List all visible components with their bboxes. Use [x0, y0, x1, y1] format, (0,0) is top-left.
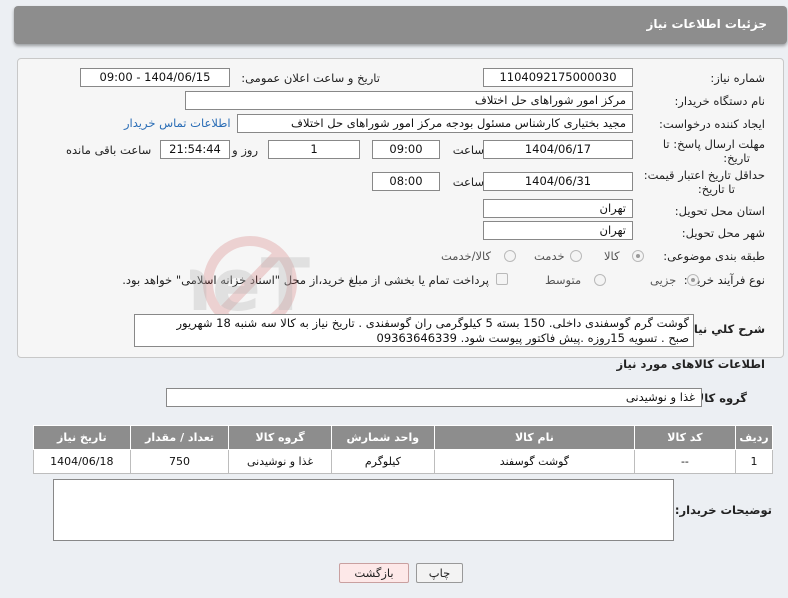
price-validity-label: حداقل تاریخ اعتبار قیمت: [643, 168, 765, 182]
goods-info-title: اطلاعات کالاهای مورد نیاز [616, 357, 765, 371]
category-option-service: خدمت [534, 249, 565, 263]
price-validity-date-field: 1404/06/31 [483, 172, 633, 191]
cell-quantity: 750 [129, 449, 230, 474]
col-need-date: تاریخ نیاز [33, 425, 131, 450]
process-radio-medium[interactable] [594, 274, 606, 286]
page-header: جزئیات اطلاعات نیاز [14, 6, 787, 44]
reply-deadline-label-date: تاریخ: [723, 151, 750, 165]
reply-deadline-label: مهلت ارسال پاسخ: تا [662, 137, 765, 151]
process-option-medium: متوسط [545, 273, 582, 287]
cell-unit: کیلوگرم [330, 449, 435, 474]
remaining-days-field: 1 [268, 140, 360, 159]
delivery-city-field: تهران [483, 221, 633, 240]
cell-item-code: -- [633, 449, 736, 474]
category-radio-service[interactable] [570, 250, 582, 262]
print-button[interactable]: چاپ [416, 563, 463, 583]
col-unit: واحد شمارش [330, 425, 435, 450]
category-option-goods-service: کالا/خدمت [441, 249, 492, 263]
process-radio-minor[interactable] [687, 274, 699, 286]
page-title: جزئیات اطلاعات نیاز [646, 17, 767, 31]
reply-deadline-time-field: 09:00 [372, 140, 440, 159]
buyer-notes-label: توضیحات خریدار: [674, 503, 772, 517]
treasury-payment-note: پرداخت تمام یا بخشی از مبلغ خرید،از محل … [122, 273, 489, 287]
announce-datetime-label: تاریخ و ساعت اعلان عمومی: [241, 71, 380, 85]
general-description-line2: صبح . تسویه 15روزه .پیش فاکتور پیوست شود… [376, 331, 689, 345]
goods-table: ردیف کد کالا نام کالا واحد شمارش گروه کا… [33, 425, 774, 474]
category-option-goods: کالا [604, 249, 620, 263]
general-description-label: شرح کلي نياز: [682, 322, 765, 336]
process-option-minor: جزیی [650, 273, 677, 287]
goods-group-field: غذا و نوشیدنی [166, 388, 702, 407]
col-row-number: ردیف [734, 425, 774, 450]
requester-field: مجید بختیاری کارشناس مسئول بودجه مرکز ام… [237, 114, 633, 133]
category-radio-goods-service[interactable] [504, 250, 516, 262]
delivery-province-label: استان محل تحویل: [674, 204, 765, 218]
remaining-time-field: 21:54:44 [160, 140, 230, 159]
buyer-contact-link[interactable]: اطلاعات تماس خریدار [124, 116, 231, 130]
need-number-field: 1104092175000030 [483, 68, 633, 87]
delivery-city-label: شهر محل تحویل: [681, 226, 765, 240]
buyer-notes-field[interactable] [53, 479, 674, 541]
cell-need-date: 1404/06/18 [33, 449, 131, 474]
price-validity-time-field: 08:00 [372, 172, 440, 191]
delivery-province-field: تهران [483, 199, 633, 218]
category-label: طبقه بندی موضوعی: [663, 249, 765, 263]
cell-row-number: 1 [734, 449, 774, 474]
col-item-name: نام کالا [433, 425, 635, 450]
col-quantity: تعداد / مقدار [129, 425, 230, 450]
category-radio-goods[interactable] [632, 250, 644, 262]
general-description-field: گوشت گرم گوسفندی داخلی. 150 بسته 5 کیلوگ… [134, 314, 694, 347]
remaining-days-label: روز و [232, 143, 258, 157]
buyer-org-label: نام دستگاه خریدار: [674, 94, 765, 108]
price-validity-label-date: تا تاریخ: [697, 182, 735, 196]
need-number-label: شماره نیاز: [710, 71, 765, 85]
cell-goods-group: غذا و نوشیدنی [228, 449, 332, 474]
back-button[interactable]: بازگشت [339, 563, 409, 583]
general-description-line1: گوشت گرم گوسفندی داخلی. 150 بسته 5 کیلوگ… [176, 316, 689, 330]
reply-deadline-date-field: 1404/06/17 [483, 140, 633, 159]
goods-table-header: ردیف کد کالا نام کالا واحد شمارش گروه کا… [33, 425, 774, 450]
price-validity-time-label: ساعت [452, 175, 484, 189]
cell-item-name: گوشت گوسفند [433, 449, 635, 474]
col-item-code: کد کالا [633, 425, 736, 450]
remaining-time-label: ساعت باقی مانده [66, 143, 152, 157]
treasury-payment-checkbox[interactable] [496, 273, 508, 285]
reply-deadline-time-label: ساعت [452, 143, 484, 157]
col-goods-group: گروه کالا [228, 425, 332, 450]
table-row: 1 -- گوشت گوسفند کیلوگرم غذا و نوشیدنی 7… [33, 449, 774, 474]
buyer-org-field: مرکز امور شوراهای حل اختلاف [185, 91, 633, 110]
requester-label: ایجاد کننده درخواست: [659, 117, 765, 131]
announce-datetime-field: 1404/06/15 - 09:00 [80, 68, 230, 87]
